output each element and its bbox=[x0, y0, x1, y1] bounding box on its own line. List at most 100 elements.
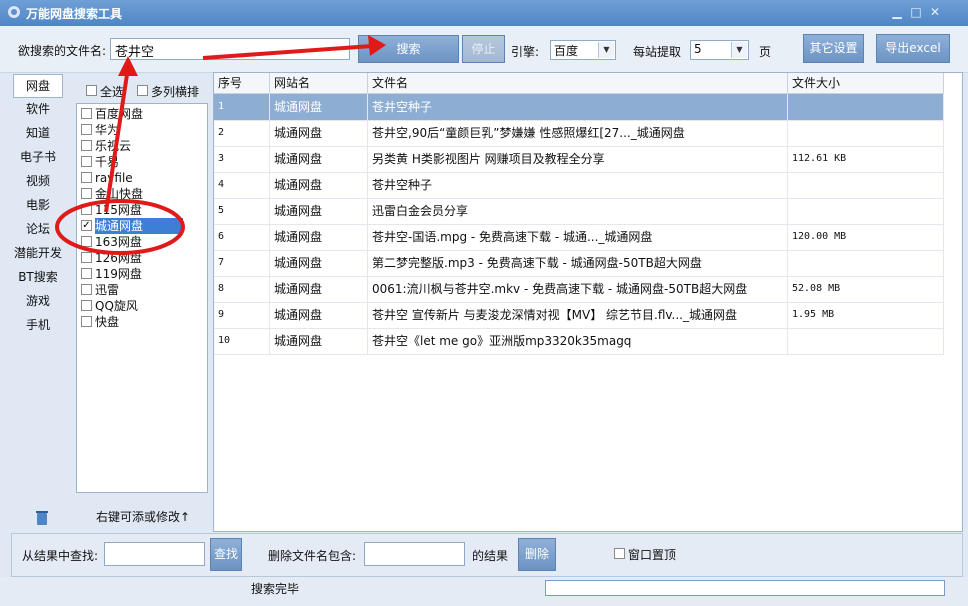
category-software[interactable]: 软件 bbox=[6, 98, 70, 120]
checkbox[interactable] bbox=[81, 108, 92, 119]
checkbox[interactable] bbox=[81, 156, 92, 167]
header-size[interactable]: 文件大小 bbox=[788, 73, 944, 93]
category-potential[interactable]: 潜能开发 bbox=[6, 242, 70, 264]
checkbox[interactable] bbox=[81, 236, 92, 247]
site-item[interactable]: 163网盘 bbox=[79, 234, 205, 250]
cell-no: 4 bbox=[214, 172, 270, 198]
cell-filename: 苍井空《let me go》亚洲版mp3320k35magq bbox=[368, 328, 788, 354]
multi-col-checkbox[interactable] bbox=[137, 85, 148, 96]
maximize-icon[interactable]: □ bbox=[909, 5, 923, 19]
checkbox-checked[interactable]: ✓ bbox=[81, 220, 92, 231]
cell-size bbox=[788, 120, 944, 146]
cell-no: 10 bbox=[214, 328, 270, 354]
export-excel-button[interactable]: 导出excel bbox=[876, 34, 950, 63]
checkbox[interactable] bbox=[81, 140, 92, 151]
search-button[interactable]: 搜索 bbox=[358, 35, 459, 63]
table-row[interactable]: 4 城通网盘 苍井空种子 bbox=[214, 172, 944, 199]
category-forum[interactable]: 论坛 bbox=[6, 218, 70, 240]
cell-site: 城通网盘 bbox=[270, 172, 368, 198]
category-video[interactable]: 视频 bbox=[6, 170, 70, 192]
checkbox[interactable] bbox=[81, 124, 92, 135]
cell-site: 城通网盘 bbox=[270, 276, 368, 302]
filename-input[interactable]: 苍井空 bbox=[110, 38, 350, 60]
delete-input[interactable] bbox=[364, 542, 465, 566]
site-item[interactable]: 115网盘 bbox=[79, 202, 205, 218]
find-input[interactable] bbox=[104, 542, 205, 566]
site-item[interactable]: 百度网盘 bbox=[79, 106, 205, 122]
category-movie[interactable]: 电影 bbox=[6, 194, 70, 216]
cell-size bbox=[788, 250, 944, 276]
checkbox[interactable] bbox=[81, 204, 92, 215]
close-icon[interactable]: ✕ bbox=[928, 5, 942, 19]
table-row[interactable]: 3 城通网盘 另类黄 H类影视图片 网赚项目及教程全分享 112.61 KB bbox=[214, 146, 944, 173]
category-game[interactable]: 游戏 bbox=[6, 290, 70, 312]
checkbox[interactable] bbox=[81, 172, 92, 183]
table-row[interactable]: 7 城通网盘 第二梦完整版.mp3 - 免费高速下载 - 城通网盘-50TB超大网盘 bbox=[214, 250, 944, 277]
cell-filename: 苍井空 宣传新片 与麦浚龙深情对视【MV】 综艺节目.flv..._城通网盘 bbox=[368, 302, 788, 328]
select-all-checkbox[interactable] bbox=[86, 85, 97, 96]
table-row[interactable]: 1 城通网盘 苍井空种子 bbox=[214, 94, 944, 121]
filename-label: 欲搜索的文件名: bbox=[18, 44, 107, 58]
search-toolbar: 欲搜索的文件名: 苍井空 搜索 停止 引擎: 百度 ▼ 每站提取 5 ▼ 页 其… bbox=[0, 26, 968, 73]
delete-label: 删除文件名包含: bbox=[268, 549, 357, 563]
site-item[interactable]: QQ旋风 bbox=[79, 298, 205, 314]
table-row[interactable]: 2 城通网盘 苍井空,90后“童颜巨乳”梦嫌嫌 性感照爆红[27..._城通网盘 bbox=[214, 120, 944, 147]
per-site-value: 5 bbox=[694, 42, 702, 56]
cell-filename: 第二梦完整版.mp3 - 免费高速下载 - 城通网盘-50TB超大网盘 bbox=[368, 250, 788, 276]
category-bt[interactable]: BT搜索 bbox=[6, 266, 70, 288]
cell-filename: 0061:流川枫与苍井空.mkv - 免费高速下载 - 城通网盘-50TB超大网… bbox=[368, 276, 788, 302]
topmost-label: 窗口置顶 bbox=[628, 548, 677, 562]
checkbox[interactable] bbox=[81, 252, 92, 263]
trash-icon[interactable] bbox=[35, 510, 49, 526]
site-item[interactable]: 乐视云 bbox=[79, 138, 205, 154]
category-ebook[interactable]: 电子书 bbox=[6, 146, 70, 168]
cell-site: 城通网盘 bbox=[270, 250, 368, 276]
table-row[interactable]: 10 城通网盘 苍井空《let me go》亚洲版mp3320k35magq bbox=[214, 328, 944, 355]
site-item[interactable]: 千易 bbox=[79, 154, 205, 170]
engine-select[interactable]: 百度 ▼ bbox=[550, 40, 616, 60]
app-icon bbox=[8, 6, 20, 18]
header-no[interactable]: 序号 bbox=[214, 73, 270, 93]
category-mobile[interactable]: 手机 bbox=[6, 314, 70, 336]
category-zhidao[interactable]: 知道 bbox=[6, 122, 70, 144]
table-row[interactable]: 8 城通网盘 0061:流川枫与苍井空.mkv - 免费高速下载 - 城通网盘-50… bbox=[214, 276, 944, 303]
cell-filename: 迅雷白金会员分享 bbox=[368, 198, 788, 224]
checkbox[interactable] bbox=[81, 188, 92, 199]
cell-site: 城通网盘 bbox=[270, 224, 368, 250]
site-list-hint: 右键可添或修改↑ bbox=[96, 510, 191, 524]
table-row[interactable]: 6 城通网盘 苍井空-国语.mpg - 免费高速下载 - 城通..._城通网盘 120… bbox=[214, 224, 944, 251]
find-label: 从结果中查找: bbox=[22, 549, 99, 563]
checkbox[interactable] bbox=[81, 300, 92, 311]
cell-site: 城通网盘 bbox=[270, 146, 368, 172]
find-button[interactable]: 查找 bbox=[210, 538, 242, 571]
per-site-select[interactable]: 5 ▼ bbox=[690, 40, 749, 60]
site-item[interactable]: 119网盘 bbox=[79, 266, 205, 282]
cell-filename: 苍井空种子 bbox=[368, 94, 788, 120]
cell-site: 城通网盘 bbox=[270, 120, 368, 146]
checkbox[interactable] bbox=[81, 316, 92, 327]
topmost-checkbox[interactable] bbox=[614, 548, 625, 559]
stop-button[interactable]: 停止 bbox=[462, 35, 505, 63]
status-text: 搜索完毕 bbox=[251, 582, 300, 596]
site-item[interactable]: 金山快盘 bbox=[79, 186, 205, 202]
category-netdisk[interactable]: 网盘 bbox=[13, 74, 63, 98]
cell-filename: 苍井空,90后“童颜巨乳”梦嫌嫌 性感照爆红[27..._城通网盘 bbox=[368, 120, 788, 146]
cell-site: 城通网盘 bbox=[270, 328, 368, 354]
delete-button[interactable]: 删除 bbox=[518, 538, 556, 571]
header-filename[interactable]: 文件名 bbox=[368, 73, 788, 93]
site-item[interactable]: 快盘 bbox=[79, 314, 205, 330]
table-row[interactable]: 9 城通网盘 苍井空 宣传新片 与麦浚龙深情对视【MV】 综艺节目.flv..._城… bbox=[214, 302, 944, 329]
site-item-selected[interactable]: ✓ 城通网盘 bbox=[79, 218, 205, 234]
table-row[interactable]: 5 城通网盘 迅雷白金会员分享 bbox=[214, 198, 944, 225]
site-item[interactable]: 迅雷 bbox=[79, 282, 205, 298]
site-item[interactable]: rayfile bbox=[79, 170, 205, 186]
cell-size: 120.00 MB bbox=[788, 224, 944, 250]
site-item[interactable]: 126网盘 bbox=[79, 250, 205, 266]
minimize-icon[interactable]: ▁ bbox=[890, 5, 904, 19]
site-item[interactable]: 华为 bbox=[79, 122, 205, 138]
checkbox[interactable] bbox=[81, 284, 92, 295]
cell-site: 城通网盘 bbox=[270, 198, 368, 224]
header-site[interactable]: 网站名 bbox=[270, 73, 368, 93]
other-settings-button[interactable]: 其它设置 bbox=[803, 34, 864, 63]
checkbox[interactable] bbox=[81, 268, 92, 279]
